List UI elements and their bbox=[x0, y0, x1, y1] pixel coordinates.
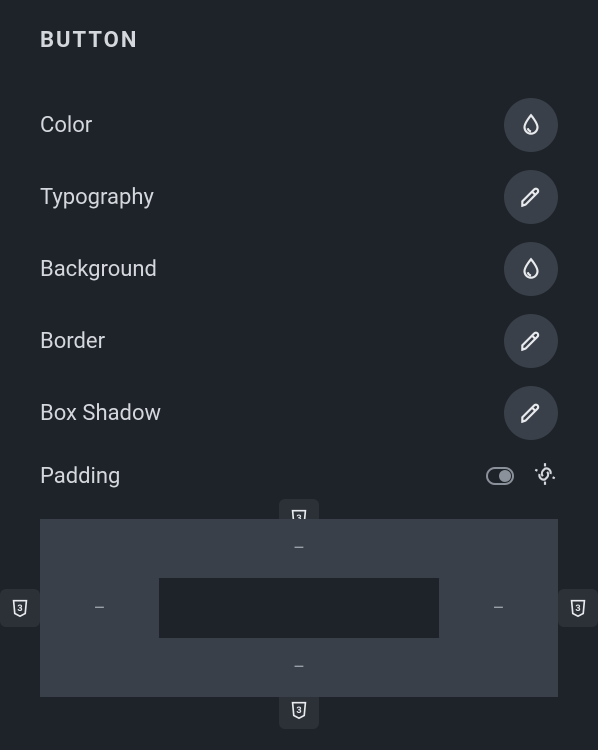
padding-inner-box bbox=[160, 579, 438, 637]
css3-icon bbox=[9, 597, 31, 619]
padding-box-container: – – – – bbox=[0, 499, 598, 697]
row-padding: Padding bbox=[40, 461, 558, 491]
padding-right-css-tag[interactable] bbox=[558, 589, 598, 627]
drop-icon bbox=[518, 256, 544, 282]
row-border: Border bbox=[40, 305, 558, 377]
typography-edit-button[interactable] bbox=[504, 170, 558, 224]
pencil-icon bbox=[518, 184, 544, 210]
row-box-shadow-label: Box Shadow bbox=[40, 401, 161, 426]
padding-left-css-tag[interactable] bbox=[0, 589, 40, 627]
background-picker-button[interactable] bbox=[504, 242, 558, 296]
row-color: Color bbox=[40, 89, 558, 161]
css3-icon bbox=[567, 597, 589, 619]
padding-link-button[interactable] bbox=[532, 461, 558, 491]
padding-toggle[interactable] bbox=[486, 467, 514, 485]
css3-icon bbox=[288, 699, 310, 721]
row-border-label: Border bbox=[40, 329, 105, 354]
unlink-icon bbox=[532, 461, 558, 487]
row-box-shadow: Box Shadow bbox=[40, 377, 558, 449]
box-shadow-edit-button[interactable] bbox=[504, 386, 558, 440]
drop-icon bbox=[518, 112, 544, 138]
row-background: Background bbox=[40, 233, 558, 305]
row-typography: Typography bbox=[40, 161, 558, 233]
color-picker-button[interactable] bbox=[504, 98, 558, 152]
section-title: BUTTON bbox=[40, 28, 558, 53]
row-background-label: Background bbox=[40, 257, 157, 282]
row-padding-label: Padding bbox=[40, 464, 120, 489]
row-typography-label: Typography bbox=[40, 185, 154, 210]
row-color-label: Color bbox=[40, 113, 92, 138]
pencil-icon bbox=[518, 328, 544, 354]
border-edit-button[interactable] bbox=[504, 314, 558, 368]
pencil-icon bbox=[518, 400, 544, 426]
padding-box: – – – – bbox=[40, 519, 558, 697]
